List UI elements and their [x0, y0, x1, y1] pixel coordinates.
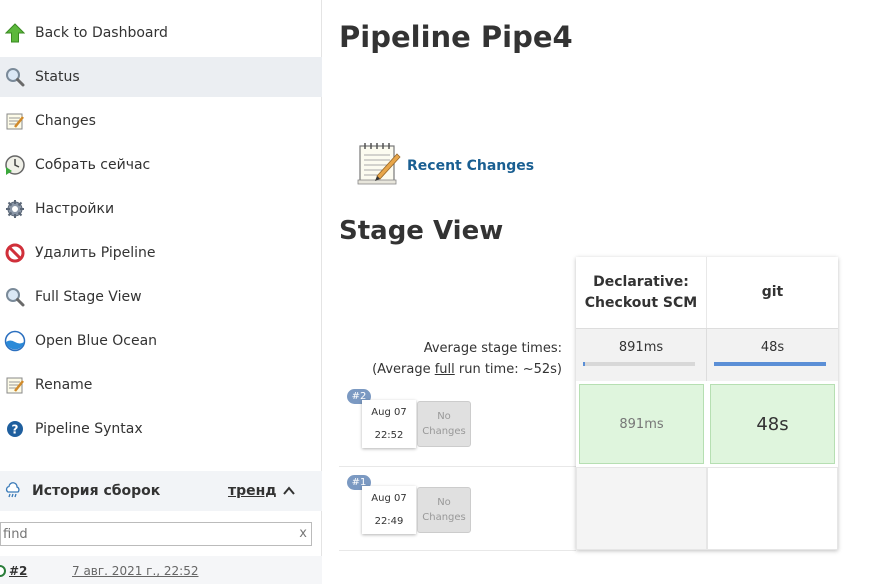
sidebar-item-rename[interactable]: Rename [0, 365, 322, 405]
help-icon: ? [4, 418, 26, 440]
stage-cell-success[interactable]: 891ms [579, 384, 704, 464]
no-changes-line1: No [437, 411, 451, 422]
stage-duration: 891ms [619, 416, 664, 432]
sidebar-item-label: Status [35, 69, 80, 85]
run-datetime-card[interactable]: Aug 07 22:49 [362, 486, 416, 534]
stage-header-git: git [707, 257, 838, 328]
clock-play-icon [4, 154, 26, 176]
avg-time-bar-fill [714, 362, 826, 366]
chevron-up-icon[interactable] [282, 484, 296, 498]
run-row-1: #1 Aug 07 22:49 No Changes [339, 467, 576, 551]
sidebar-item-label: Удалить Pipeline [35, 245, 156, 261]
run-datetime-card[interactable]: Aug 07 22:52 [362, 400, 416, 448]
sidebar-item-label: Changes [35, 113, 96, 129]
sidebar-item-pipeline-syntax[interactable]: ? Pipeline Syntax [0, 409, 322, 449]
avg-stage-times-text: Average stage times: [423, 341, 562, 356]
stage-view-title: Stage View [339, 216, 504, 246]
stage-cell-success[interactable]: 48s [710, 384, 835, 464]
recent-changes-link[interactable]: Recent Changes [407, 158, 534, 174]
stage-duration: 48s [756, 413, 789, 435]
avg-time-cell: 48s [707, 328, 838, 381]
no-entry-icon [4, 242, 26, 264]
average-stage-times-label: Average stage times: (Average full run t… [338, 338, 562, 380]
sidebar-item-delete-pipeline[interactable]: Удалить Pipeline [0, 233, 322, 273]
sidebar-item-label: Rename [35, 377, 93, 393]
stage-name-line1: git [761, 284, 784, 300]
blue-ocean-icon [4, 330, 26, 352]
sidebar-item-build-now[interactable]: Собрать сейчас [0, 145, 322, 185]
build-history-title: История сборок [32, 483, 161, 499]
sidebar-item-back-to-dashboard[interactable]: Back to Dashboard [0, 13, 322, 53]
recent-changes[interactable]: Recent Changes [357, 140, 534, 186]
notepad-icon [4, 110, 26, 132]
no-changes-line2: Changes [422, 426, 466, 437]
page-title: Pipeline Pipe4 [339, 20, 573, 54]
jenkins-pipeline-page: Back to Dashboard Status Changes Собрать… [0, 0, 876, 584]
magnifier-icon [4, 286, 26, 308]
avg-time-cell: 891ms [576, 328, 707, 381]
sidebar-item-label: Собрать сейчас [35, 157, 151, 173]
sidebar-item-status[interactable]: Status [0, 57, 322, 97]
avg-time-bar-fill [583, 362, 586, 366]
build-number-link[interactable]: #2 [9, 564, 27, 578]
sidebar-item-label: Pipeline Syntax [35, 421, 143, 437]
avg-time-value: 891ms [618, 340, 664, 355]
run-date: Aug 07 [371, 407, 407, 418]
avg-run-suffix: run time: ~52s) [454, 362, 562, 377]
notepad-icon [4, 374, 26, 396]
build-search-box: x [0, 522, 312, 546]
gear-icon [4, 198, 26, 220]
run-time: 22:49 [374, 516, 404, 527]
stage-header-declarative-checkout-scm: Declarative: Checkout SCM [576, 257, 707, 328]
avg-run-time-text: (Average full run time: ~52s) [338, 359, 562, 380]
notepad-icon [357, 143, 401, 185]
trend-link[interactable]: тренд [228, 483, 277, 499]
no-changes-line1: No [437, 497, 451, 508]
build-date-link[interactable]: 7 авг. 2021 г., 22:52 [72, 564, 199, 578]
sidebar-item-label: Back to Dashboard [35, 25, 168, 41]
no-changes-box: No Changes [417, 401, 471, 447]
build-search-input[interactable] [1, 523, 291, 546]
build-status-icon [0, 565, 6, 577]
sidebar-item-open-blue-ocean[interactable]: Open Blue Ocean [0, 321, 322, 361]
sidebar: Back to Dashboard Status Changes Собрать… [0, 0, 322, 584]
magnifier-icon [4, 66, 26, 88]
build-history-header: История сборок тренд [0, 471, 322, 511]
sidebar-item-label: Open Blue Ocean [35, 333, 158, 349]
clear-search-button[interactable]: x [299, 526, 307, 541]
avg-run-prefix: (Average [372, 362, 435, 377]
green-up-arrow-icon [4, 22, 26, 44]
stage-name-line1: Declarative: [593, 273, 689, 290]
sidebar-item-changes[interactable]: Changes [0, 101, 322, 141]
no-changes-line2: Changes [422, 512, 466, 523]
run-date: Aug 07 [371, 493, 407, 504]
avg-time-bar [714, 362, 826, 366]
sidebar-item-full-stage-view[interactable]: Full Stage View [0, 277, 322, 317]
run-row-2: #2 Aug 07 22:52 No Changes [339, 383, 576, 467]
rain-cloud-icon [4, 482, 22, 500]
stage-cell-empty [707, 467, 838, 550]
sidebar-item-label: Full Stage View [35, 289, 142, 305]
sidebar-item-label: Настройки [35, 201, 115, 217]
run-time: 22:52 [374, 430, 404, 441]
avg-time-bar [583, 362, 695, 366]
svg-text:?: ? [12, 423, 19, 437]
sidebar-item-settings[interactable]: Настройки [0, 189, 322, 229]
stage-name-line2: Checkout SCM [584, 294, 698, 311]
full-run-link[interactable]: full [435, 362, 455, 377]
avg-time-value: 48s [760, 340, 785, 355]
stage-cell-empty [576, 467, 707, 550]
no-changes-box: No Changes [417, 487, 471, 533]
stage-view-table: Declarative: Checkout SCM git 891ms 48s … [576, 257, 838, 550]
build-history-row[interactable]: #2 7 авг. 2021 г., 22:52 [0, 556, 322, 584]
